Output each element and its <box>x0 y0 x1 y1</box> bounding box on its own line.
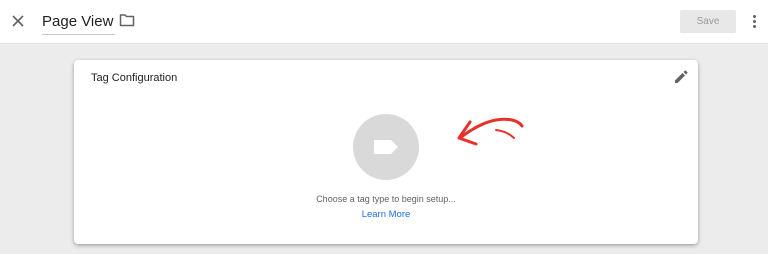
more-dot <box>752 24 756 28</box>
learn-more-link[interactable]: Learn More <box>74 209 698 220</box>
more-dot <box>752 14 756 18</box>
more-vert-icon[interactable] <box>749 12 759 30</box>
red-arrow-annotation <box>457 117 524 146</box>
tag-type-selector[interactable] <box>353 114 419 180</box>
close-icon[interactable] <box>9 12 27 30</box>
tag-configuration-card[interactable]: Tag Configuration Choose a tag type to b… <box>74 60 698 244</box>
save-button[interactable]: Save <box>680 10 736 33</box>
card-title: Tag Configuration <box>91 72 178 84</box>
more-dot <box>752 19 756 23</box>
folder-icon[interactable] <box>119 13 137 29</box>
setup-prompt: Choose a tag type to begin setup... <box>316 194 456 204</box>
pencil-icon[interactable] <box>673 69 689 85</box>
top-bar: Page View Save <box>0 0 768 44</box>
tag-name-field[interactable]: Page View <box>42 11 116 35</box>
tag-icon <box>374 140 398 154</box>
page-title[interactable]: Page View <box>42 13 113 30</box>
